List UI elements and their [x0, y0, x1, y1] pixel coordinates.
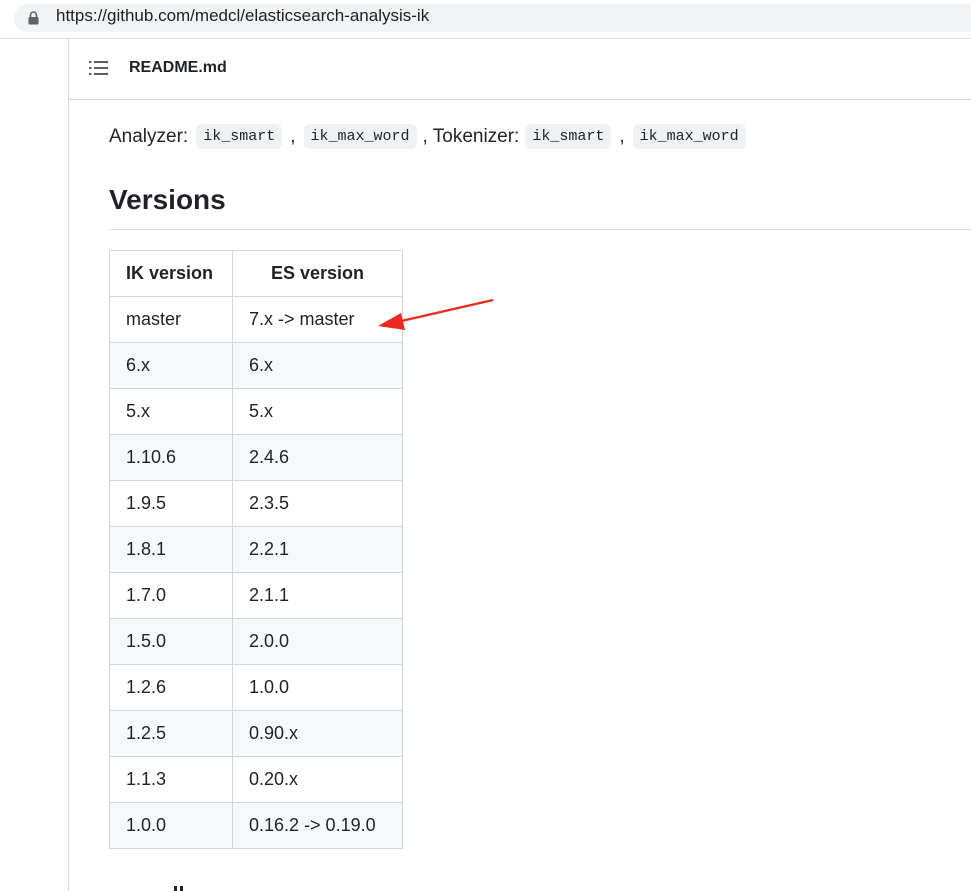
table-row: 1.7.0 2.1.1: [109, 572, 403, 619]
next-heading-fragment: [174, 886, 183, 891]
ik-version-cell: 1.5.0: [109, 618, 233, 665]
tokenizer-code-ik-max-word: ik_max_word: [632, 124, 746, 149]
readme-filename[interactable]: README.md: [129, 59, 227, 77]
tokenizer-label: , Tokenizer:: [422, 125, 520, 147]
es-version-cell: 2.3.5: [232, 480, 403, 527]
es-version-cell: 0.90.x: [232, 710, 403, 757]
url-text[interactable]: https://github.com/medcl/elasticsearch-a…: [56, 6, 429, 26]
ik-version-cell: 1.1.3: [109, 756, 233, 803]
ik-version-cell: 1.2.6: [109, 664, 233, 711]
readme-header: README.md: [69, 39, 971, 100]
heading-divider: [109, 229, 971, 230]
es-version-cell: 5.x: [232, 388, 403, 435]
es-version-cell: 2.0.0: [232, 618, 403, 665]
table-row: 6.x 6.x: [109, 342, 403, 389]
column-header-es-version: ES version: [232, 250, 403, 297]
es-version-cell: 2.1.1: [232, 572, 403, 619]
ik-version-cell: 1.9.5: [109, 480, 233, 527]
table-header-row: IK version ES version: [109, 250, 403, 297]
table-row: 1.9.5 2.3.5: [109, 480, 403, 527]
ik-version-cell: 1.10.6: [109, 434, 233, 481]
ik-version-cell: 1.7.0: [109, 572, 233, 619]
analyzer-code-ik-smart: ik_smart: [196, 124, 283, 149]
lock-icon: [28, 11, 39, 25]
ik-version-cell: 6.x: [109, 342, 233, 389]
left-gutter: [0, 39, 69, 891]
column-header-ik-version: IK version: [109, 250, 233, 297]
ik-version-cell: 1.2.5: [109, 710, 233, 757]
es-version-cell: 2.2.1: [232, 526, 403, 573]
table-row: 1.5.0 2.0.0: [109, 618, 403, 665]
table-row: master 7.x -> master: [109, 296, 403, 343]
analyzer-label: Analyzer:: [109, 125, 189, 147]
versions-heading: Versions: [109, 184, 226, 215]
outline-list-icon[interactable]: [89, 60, 109, 76]
ik-version-cell: 5.x: [109, 388, 233, 435]
red-arrow-icon: [378, 298, 494, 330]
table-row: 1.10.6 2.4.6: [109, 434, 403, 481]
browser-address-bar: https://github.com/medcl/elasticsearch-a…: [0, 0, 971, 39]
es-version-cell: 1.0.0: [232, 664, 403, 711]
versions-table: IK version ES version master 7.x -> maste…: [109, 250, 403, 849]
ik-version-cell: 1.0.0: [109, 802, 233, 849]
es-version-cell: 6.x: [232, 342, 403, 389]
es-version-cell: 0.16.2 -> 0.19.0: [232, 802, 403, 849]
table-row: 1.2.5 0.90.x: [109, 710, 403, 757]
table-row: 1.0.0 0.16.2 -> 0.19.0: [109, 802, 403, 849]
analyzer-code-ik-max-word: ik_max_word: [303, 124, 417, 149]
es-version-cell: 2.4.6: [232, 434, 403, 481]
ik-version-cell: master: [109, 296, 233, 343]
comma-separator: ,: [290, 125, 296, 147]
es-version-cell: 0.20.x: [232, 756, 403, 803]
analyzer-line: Analyzer: ik_smart , ik_max_word , Token…: [109, 124, 748, 149]
comma-separator: ,: [619, 125, 625, 147]
table-row: 5.x 5.x: [109, 388, 403, 435]
table-row: 1.1.3 0.20.x: [109, 756, 403, 803]
ik-version-cell: 1.8.1: [109, 526, 233, 573]
table-row: 1.2.6 1.0.0: [109, 664, 403, 711]
table-row: 1.8.1 2.2.1: [109, 526, 403, 573]
tokenizer-code-ik-smart: ik_smart: [525, 124, 612, 149]
